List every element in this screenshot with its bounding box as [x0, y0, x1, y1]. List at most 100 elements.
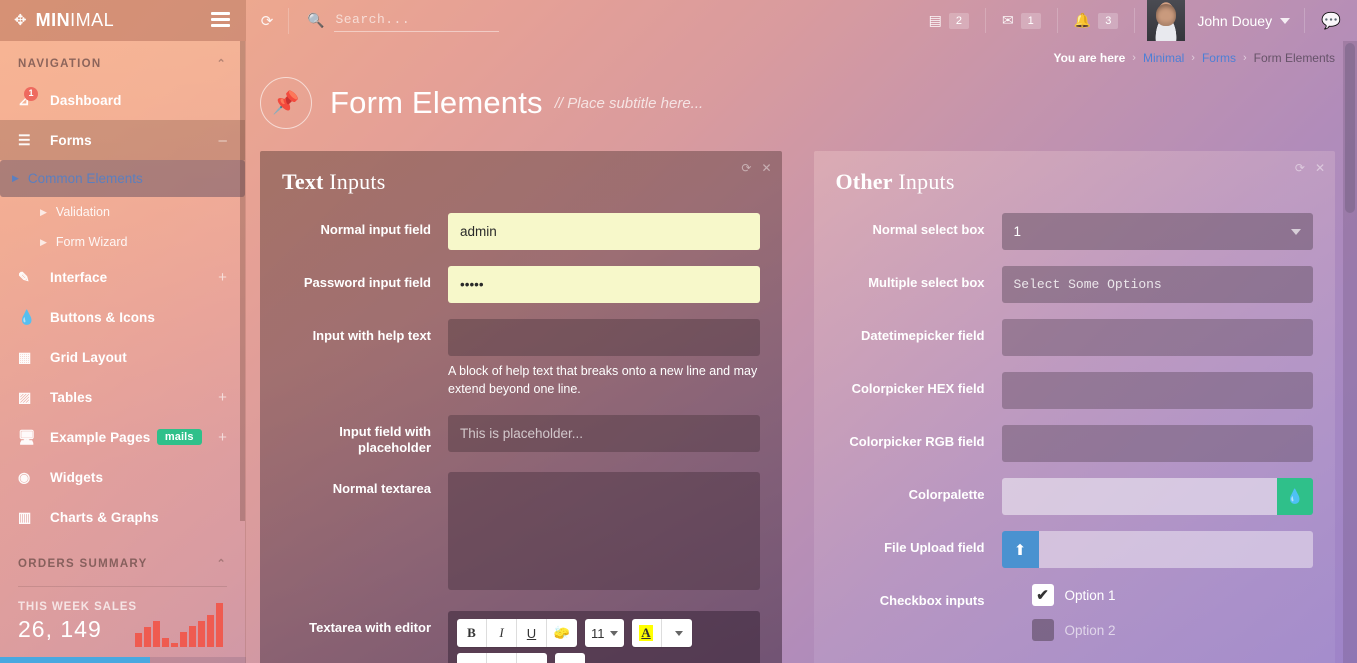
multiselect-label: Multiple select box [868, 275, 985, 290]
sidebar-item-form-wizard[interactable]: ▶ Form Wizard [0, 227, 245, 257]
eraser-icon[interactable]: 🧽 [547, 619, 577, 647]
breadcrumb-separator: › [1191, 52, 1195, 64]
sidebar-item-tables[interactable]: ▨ Tables + [0, 377, 245, 417]
align-icon[interactable]: ≡ [517, 653, 547, 663]
italic-button[interactable]: I [487, 619, 517, 647]
caret-right-icon: ▶ [40, 206, 47, 217]
caret-right-icon: ▶ [12, 173, 19, 183]
panel-title-light: Inputs [329, 169, 386, 194]
chevron-up-icon[interactable]: ⌃ [216, 557, 227, 570]
colorpicker-hex-field[interactable] [1001, 372, 1313, 409]
multiple-select-box[interactable]: Select Some Options [1001, 266, 1313, 303]
normal-input-field[interactable] [448, 213, 760, 250]
font-size-selector[interactable]: 11 [585, 619, 624, 647]
username-label[interactable]: John Douey [1185, 13, 1280, 29]
sidebar-item-common-elements[interactable]: ▶ Common Elements [0, 160, 245, 197]
sidebar-item-charts-graphs[interactable]: ▥ Charts & Graphs [0, 497, 245, 537]
breadcrumb-label: You are here [1053, 51, 1126, 65]
refresh-icon[interactable]: ⟳ [1295, 161, 1305, 175]
colorpalette-bar[interactable] [1001, 478, 1277, 515]
sparkline-bar [162, 638, 169, 647]
placeholder-input-field[interactable] [448, 414, 760, 452]
sidebar-horizontal-scrollbar[interactable] [0, 657, 246, 663]
refresh-icon[interactable]: ⟳ [741, 161, 751, 175]
field-row-datetime: Datetimepicker field [836, 319, 1313, 356]
file-upload-field[interactable] [1038, 531, 1313, 568]
checkbox-option-2[interactable]: Option 2 [1031, 619, 1314, 641]
panel-body: Normal select box 1 Multiple select box … [814, 195, 1336, 654]
expand-icon[interactable]: + [218, 389, 227, 406]
sidebar-item-forms[interactable]: ☰ Forms – [0, 120, 245, 160]
sparkline-bar [180, 632, 187, 647]
envelope-icon: ✉ [1001, 12, 1014, 28]
field-row-hex: Colorpicker HEX field [836, 372, 1313, 409]
normal-textarea[interactable] [448, 472, 760, 590]
notifications-count: 3 [1098, 12, 1119, 29]
search-box[interactable]: 🔍 [289, 9, 500, 32]
sidebar-item-buttons-icons[interactable]: 💧 Buttons & Icons [0, 297, 245, 337]
datetimepicker-field[interactable] [1001, 319, 1313, 356]
sidebar-item-label: Tables [50, 389, 93, 405]
close-icon[interactable]: ✕ [1315, 161, 1325, 175]
sales-sparkline [135, 599, 223, 647]
chevron-up-icon[interactable]: ⌃ [216, 57, 227, 70]
status-badge: mails [156, 429, 202, 445]
checkbox-icon[interactable] [1031, 619, 1054, 641]
checkbox-option-1[interactable]: Option 1 [1031, 584, 1314, 606]
textarea-label: Normal textarea [332, 481, 431, 496]
pencil-icon: ✎ [18, 268, 30, 285]
sidebar-item-interface[interactable]: ✎ Interface + [0, 257, 245, 297]
chat-bubble-icon[interactable]: 💬 [1305, 11, 1357, 31]
expand-icon[interactable]: + [218, 429, 227, 446]
sidebar-item-dashboard[interactable]: ⊿ 1 Dashboard [0, 80, 245, 120]
page-header: 📌 Form Elements // Place subtitle here..… [246, 65, 1357, 129]
breadcrumb: You are here › Minimal › Forms › Form El… [246, 41, 1357, 65]
sparkline-bar [207, 615, 214, 647]
breadcrumb-link-minimal[interactable]: Minimal [1143, 51, 1184, 65]
notifications-menu[interactable]: 🔔 3 [1058, 0, 1135, 41]
checkbox-option-label: Option 2 [1064, 622, 1116, 638]
underline-button[interactable]: U [517, 619, 547, 647]
sidebar-scrollbar[interactable] [240, 41, 245, 521]
font-color-button[interactable]: A [632, 619, 662, 647]
chevron-down-icon[interactable] [1280, 17, 1291, 24]
font-color-value: A [639, 625, 653, 641]
move-crosshair-icon: ✥ [14, 12, 27, 29]
colorpalette-control: 💧 [1001, 478, 1313, 515]
tasks-menu[interactable]: ▤ 2 [913, 0, 985, 41]
font-color-dropdown[interactable] [662, 619, 692, 647]
scrollbar-thumb[interactable] [1345, 43, 1355, 213]
page-scrollbar[interactable] [1343, 41, 1357, 663]
refresh-icon[interactable]: ⟳ [246, 0, 288, 41]
divider [1134, 8, 1136, 33]
avatar[interactable] [1147, 0, 1186, 41]
colorpicker-rgb-field[interactable] [1001, 425, 1313, 462]
expand-icon[interactable]: + [218, 269, 227, 286]
sidebar-item-label: Grid Layout [50, 349, 127, 365]
search-input[interactable] [334, 9, 500, 32]
help-input-field[interactable] [448, 319, 760, 356]
sidebar-item-label: Example Pages [50, 429, 151, 445]
sidebar-item-validation[interactable]: ▶ Validation [0, 197, 245, 227]
unordered-list-icon[interactable]: •≡ [457, 653, 487, 663]
bold-button[interactable]: B [457, 619, 487, 647]
brand-title: MINIMAL [36, 10, 115, 31]
droplet-icon[interactable]: 💧 [1277, 478, 1313, 515]
sparkline-bar [216, 603, 223, 647]
indent-icon[interactable]: ⇥ [555, 653, 585, 663]
password-input-field[interactable] [448, 266, 760, 303]
hamburger-icon[interactable] [211, 12, 230, 28]
normal-select-box[interactable]: 1 [1001, 213, 1313, 250]
ordered-list-icon[interactable]: 1≡ [487, 653, 517, 663]
checkbox-icon[interactable] [1031, 584, 1054, 606]
upload-icon[interactable]: ⬆ [1001, 531, 1039, 568]
breadcrumb-link-forms[interactable]: Forms [1202, 51, 1236, 65]
sidebar-item-widgets[interactable]: ◉ Widgets [0, 457, 245, 497]
messages-menu[interactable]: ✉ 1 [986, 0, 1057, 41]
sidebar-item-grid-layout[interactable]: ▦ Grid Layout [0, 337, 245, 377]
close-icon[interactable]: ✕ [761, 161, 771, 175]
sidebar-item-example-pages[interactable]: 🖥 Example Pages mails + [0, 417, 245, 457]
collapse-icon[interactable]: – [219, 132, 227, 149]
pin-icon: 📌 [260, 77, 312, 129]
help-text: A block of help text that breaks onto a … [448, 364, 758, 396]
